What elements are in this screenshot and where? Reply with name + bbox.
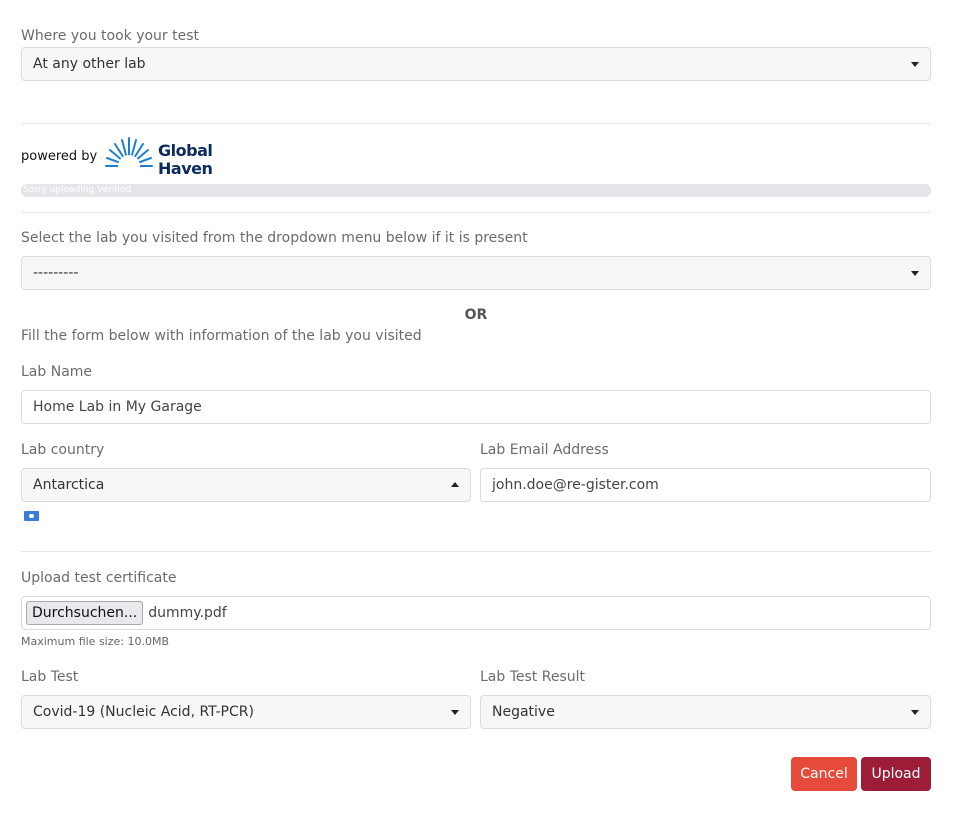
test-location-label: Where you took your test <box>21 28 200 44</box>
section-divider <box>21 123 931 124</box>
lab-country-label: Lab country <box>21 442 105 458</box>
global-haven-logo: Global Haven <box>104 136 213 180</box>
lab-name-label: Lab Name <box>21 364 93 380</box>
logo-text-line2: Haven <box>158 159 213 178</box>
certificate-file-input[interactable]: Durchsuchen... dummy.pdf <box>21 596 931 630</box>
max-file-size-note: Maximum file size: 10.0MB <box>21 635 170 648</box>
lab-test-value: Covid-19 (Nucleic Acid, RT-PCR) <box>33 704 254 720</box>
lab-email-value: john.doe@re-gister.com <box>492 477 659 493</box>
antarctica-flag-icon <box>24 511 39 521</box>
file-name: dummy.pdf <box>148 605 227 621</box>
lab-email-label: Lab Email Address <box>480 442 609 458</box>
lab-test-select[interactable]: Covid-19 (Nucleic Acid, RT-PCR) <box>21 695 471 729</box>
section-divider <box>21 551 931 552</box>
lab-test-upload-form: Where you took your test At any other la… <box>0 0 960 821</box>
or-separator: OR <box>464 307 488 323</box>
cancel-button[interactable]: Cancel <box>791 757 857 791</box>
sunburst-icon <box>104 137 154 180</box>
chevron-down-icon <box>911 710 919 715</box>
test-location-select[interactable]: At any other lab <box>21 47 931 81</box>
lab-select-dropdown[interactable]: --------- <box>21 256 931 290</box>
upload-progress-bar: Sorry uploading Verified <box>21 184 931 197</box>
lab-country-value: Antarctica <box>33 477 105 493</box>
upload-button[interactable]: Upload <box>861 757 931 791</box>
powered-by-text: powered by <box>21 149 98 164</box>
upload-progress-text: Sorry uploading Verified <box>23 185 132 195</box>
lab-test-result-value: Negative <box>492 704 555 720</box>
test-location-value: At any other lab <box>33 56 146 72</box>
chevron-down-icon <box>911 271 919 276</box>
logo-text-line1: Global <box>158 141 213 160</box>
chevron-down-icon <box>911 62 919 67</box>
certificate-label: Upload test certificate <box>21 570 177 586</box>
lab-test-result-label: Lab Test Result <box>480 669 585 685</box>
lab-test-result-select[interactable]: Negative <box>480 695 931 729</box>
section-divider <box>21 212 931 213</box>
chevron-up-icon <box>451 482 459 487</box>
lab-country-select[interactable]: Antarctica <box>21 468 471 502</box>
lab-email-input[interactable]: john.doe@re-gister.com <box>480 468 931 502</box>
lab-name-value: Home Lab in My Garage <box>33 399 202 415</box>
lab-select-label: Select the lab you visited from the drop… <box>21 230 528 246</box>
lab-select-value: --------- <box>33 265 79 281</box>
lab-name-input[interactable]: Home Lab in My Garage <box>21 390 931 424</box>
form-intro-text: Fill the form below with information of … <box>21 328 422 344</box>
lab-test-label: Lab Test <box>21 669 79 685</box>
browse-button[interactable]: Durchsuchen... <box>26 601 144 625</box>
chevron-down-icon <box>451 710 459 715</box>
